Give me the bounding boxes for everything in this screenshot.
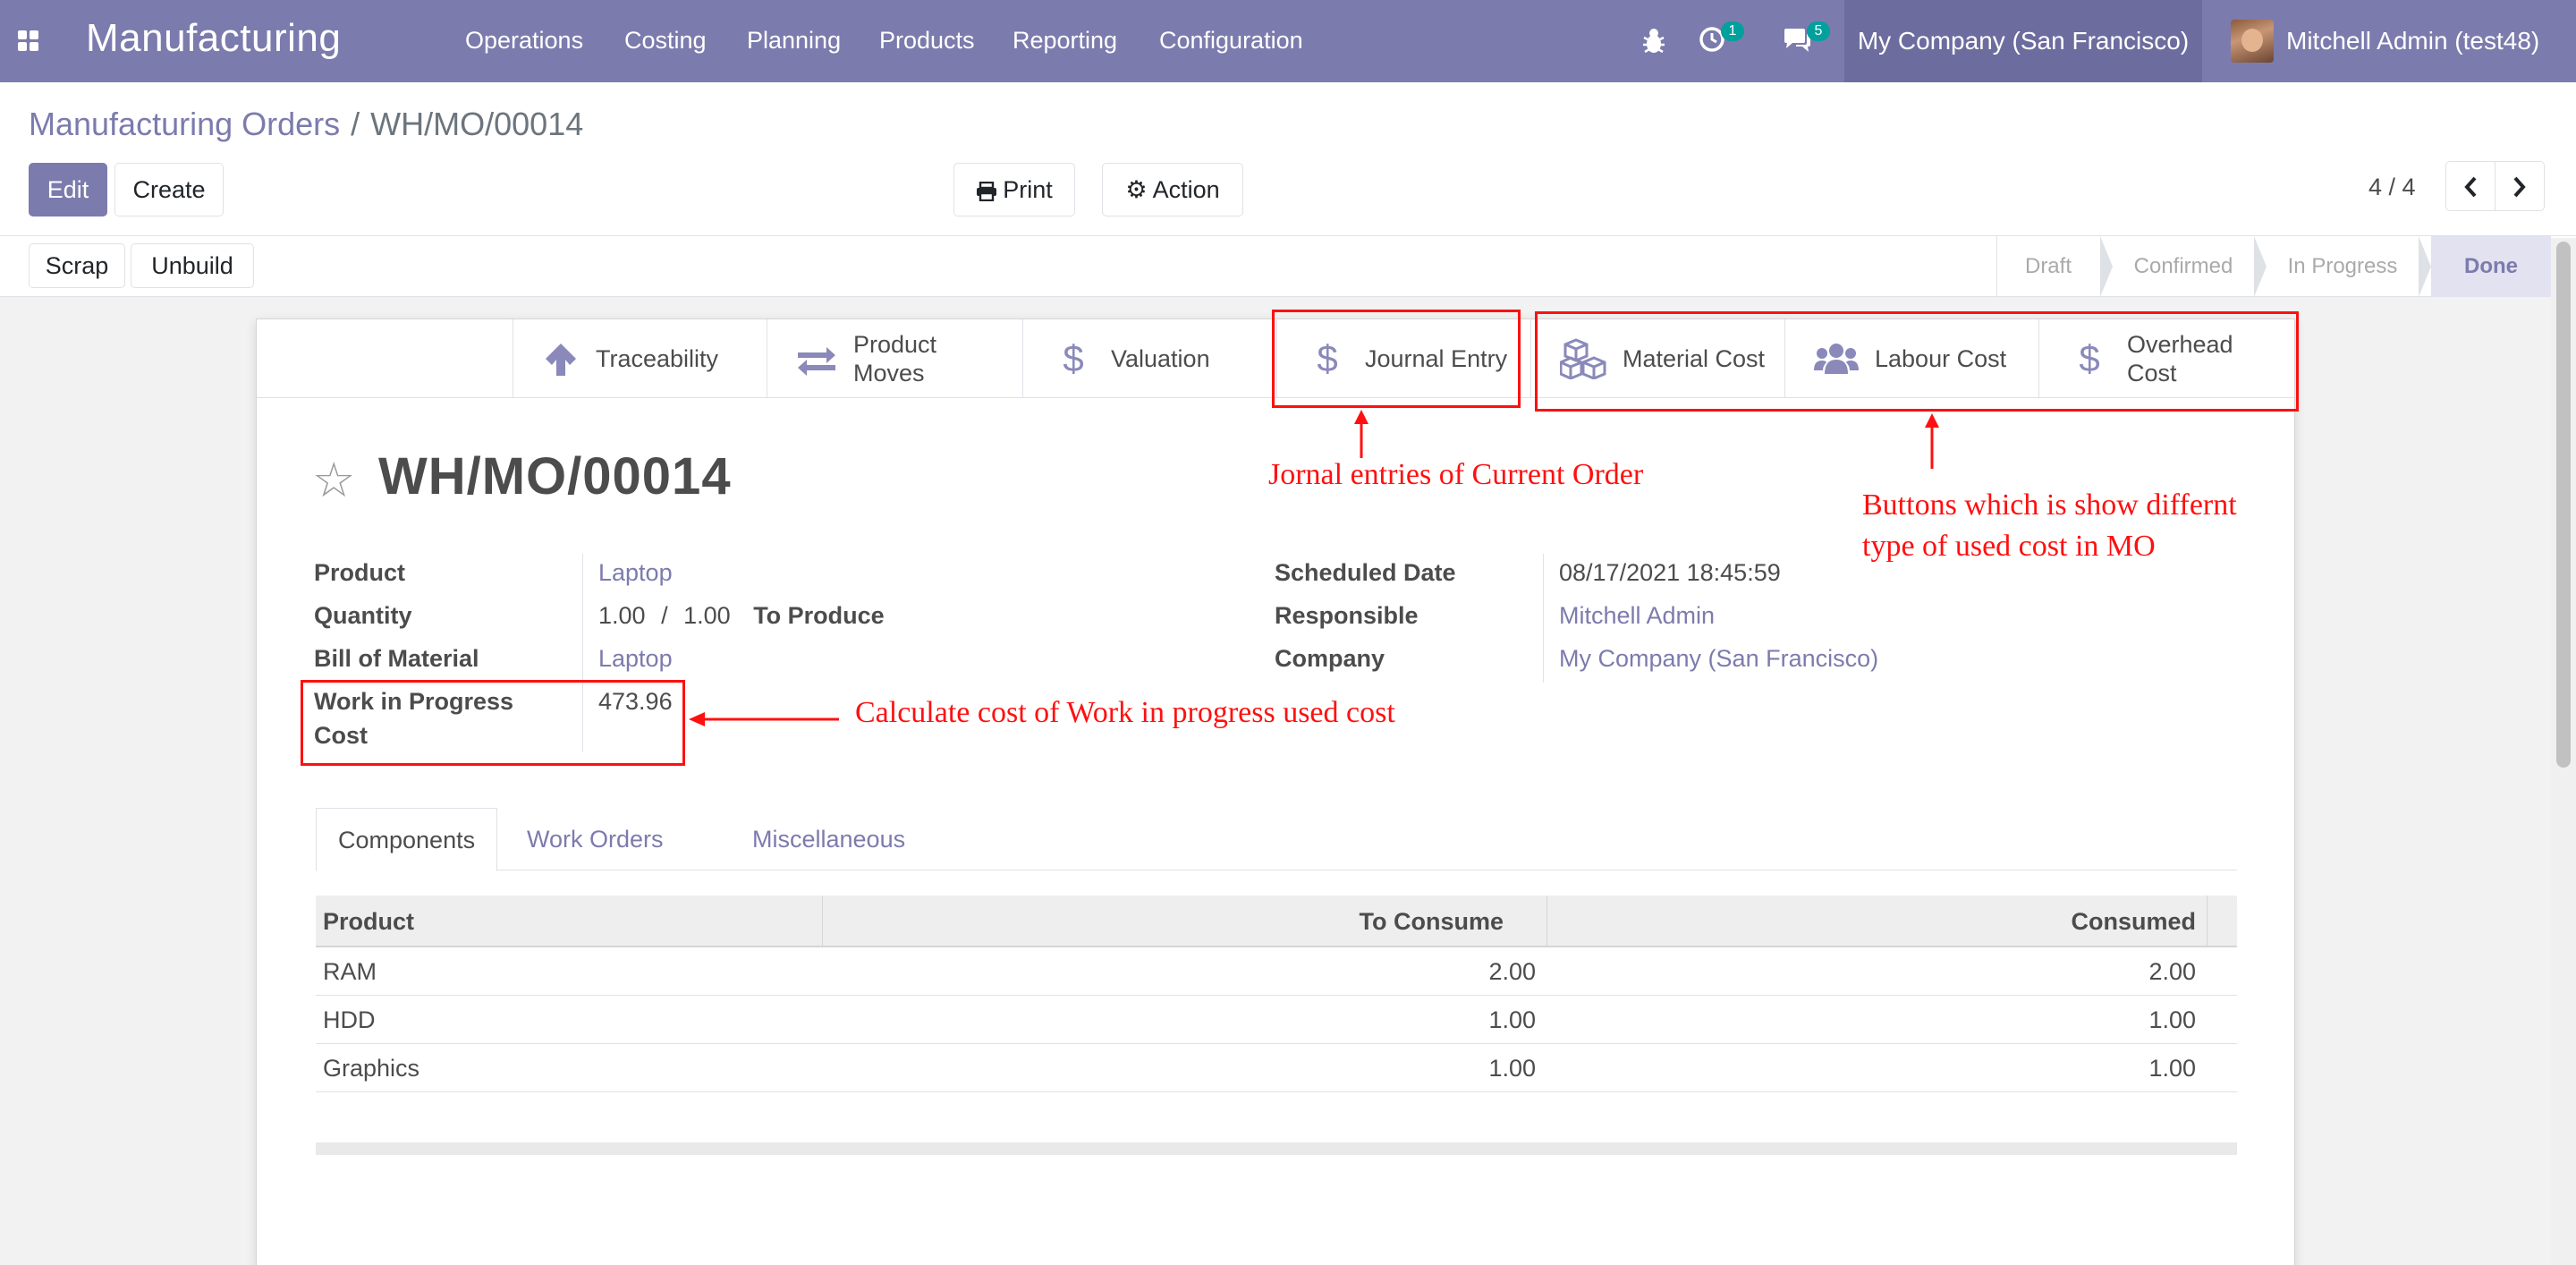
annotation-wip-text: Calculate cost of Work in progress used … (855, 696, 1395, 729)
annotation-arrows (689, 410, 1939, 726)
annotation-cost-buttons-line2: type of used cost in MO (1862, 530, 2156, 563)
annotation-cost-buttons-line1: Buttons which is show differnt (1862, 488, 2237, 522)
annotation-journal-text: Jornal entries of Current Order (1268, 458, 1644, 491)
